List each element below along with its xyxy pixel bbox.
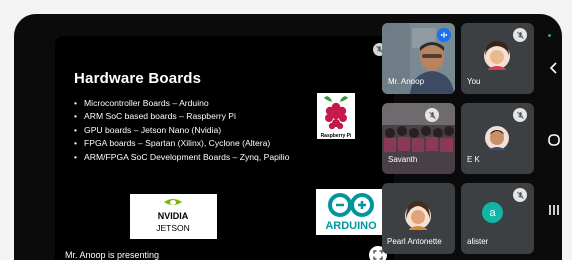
recents-icon <box>549 205 559 215</box>
nvidia-logo-text: NVIDIA <box>158 211 189 221</box>
participant-name: Mr. Anoop <box>388 77 425 86</box>
raspberry-pi-logo: Raspberry Pi <box>317 93 355 139</box>
slide-bullets: Microcontroller Boards – Arduino ARM SoC… <box>74 97 289 164</box>
participant-name: Pearl Antonette <box>387 237 442 246</box>
nvidia-jetson-logo: NVIDIA JETSON <box>130 194 217 239</box>
presenting-label: Mr. Anoop is presenting <box>65 250 160 260</box>
home-circle-icon <box>548 134 560 146</box>
speaking-indicator-icon <box>437 28 451 42</box>
slide-bullet: GPU boards – Jetson Nano (Nvidia) <box>74 124 289 137</box>
presentation-stage[interactable]: Hardware Boards Microcontroller Boards –… <box>55 36 394 260</box>
raspberry-pi-logo-text: Raspberry Pi <box>321 133 352 139</box>
jetson-logo-text: JETSON <box>156 223 190 233</box>
mic-off-icon <box>513 28 527 42</box>
arduino-logo: ARDUINO <box>316 189 386 235</box>
participant-name: alister <box>467 237 489 246</box>
status-dot <box>548 34 551 37</box>
participant-tile-pearl[interactable]: Pearl Antonette <box>382 183 455 254</box>
recents-nav-button[interactable] <box>544 200 562 220</box>
participant-tile-alister[interactable]: a alister <box>461 183 534 254</box>
mic-off-icon <box>513 108 527 122</box>
participant-tile-savanth[interactable]: Savanth <box>382 103 455 174</box>
mic-off-icon <box>425 108 439 122</box>
slide-bullet: ARM/FPGA SoC Development Boards – Zynq, … <box>74 151 289 164</box>
participant-tile-anoop[interactable]: Mr. Anoop <box>382 23 455 94</box>
slide-bullet: FPGA boards – Spartan (Xilinx), Cyclone … <box>74 137 289 150</box>
slide-bullet: ARM SoC based boards – Raspberry Pi <box>74 110 289 123</box>
participant-name: Savanth <box>388 155 418 164</box>
phone-screen: Hardware Boards Microcontroller Boards –… <box>14 14 562 260</box>
participant-tile-you[interactable]: You <box>461 23 534 94</box>
mic-off-icon <box>513 188 527 202</box>
back-nav-button[interactable] <box>544 58 562 78</box>
participant-tile-ek[interactable]: E K <box>461 103 534 174</box>
slide-title: Hardware Boards <box>74 70 202 87</box>
chevron-left-icon <box>549 62 557 74</box>
arduino-logo-text: ARDUINO <box>325 220 377 232</box>
home-nav-button[interactable] <box>544 130 562 150</box>
participant-name: You <box>467 77 481 86</box>
avatar: a <box>482 202 503 223</box>
participant-name: E K <box>467 155 480 164</box>
slide-bullet: Microcontroller Boards – Arduino <box>74 97 289 110</box>
